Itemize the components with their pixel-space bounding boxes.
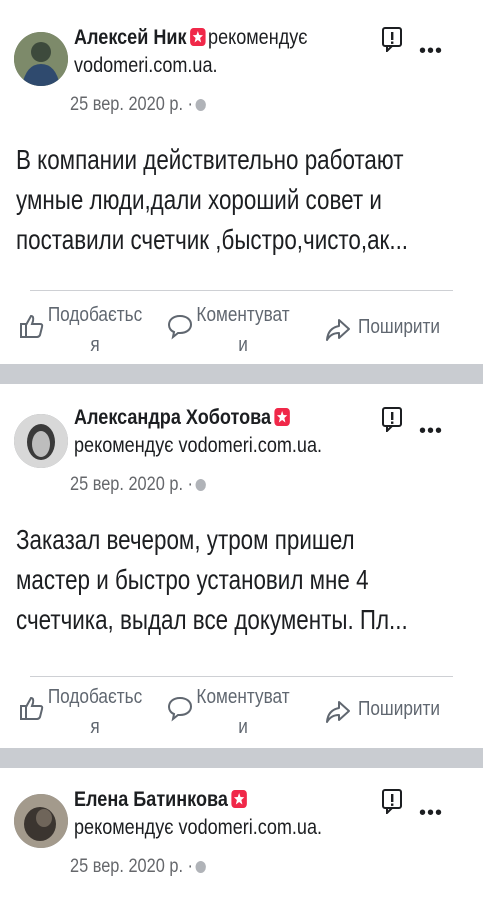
post-meta: 25 вер. 2020 р. · <box>70 474 206 496</box>
post-meta: 25 вер. 2020 р. · <box>70 94 206 116</box>
recommend-icon <box>189 28 206 46</box>
review-text[interactable]: В компании действительно работают умные … <box>16 140 448 260</box>
review-text[interactable]: Заказал вечером, утром пришел мастер и б… <box>16 520 448 640</box>
post-meta: 25 вер. 2020 р. · <box>70 856 206 878</box>
globe-icon <box>195 99 206 111</box>
review-text-line: счетчика, выдал все документы. Пл... <box>16 604 408 635</box>
divider <box>30 676 453 677</box>
report-icon[interactable] <box>381 406 403 432</box>
review-text-line: В компании действительно работают <box>16 144 404 175</box>
avatar[interactable] <box>14 414 68 468</box>
post-date[interactable]: 25 вер. 2020 р. · <box>70 94 193 115</box>
like-label: Подобаєтьс <box>47 686 143 708</box>
review-text-line: мастер и быстро установил мне 4 <box>16 564 369 595</box>
author-name[interactable]: Алексей Ник <box>74 26 187 49</box>
share-label: Поширити <box>358 698 440 720</box>
avatar[interactable] <box>14 32 68 86</box>
more-options-icon[interactable]: ••• <box>419 40 443 63</box>
comment-label: Коментуват <box>196 686 290 708</box>
page-link[interactable]: vodomeri.com.ua. <box>178 816 322 839</box>
author-name[interactable]: Елена Батинкова <box>74 788 228 811</box>
more-options-icon[interactable]: ••• <box>419 802 443 825</box>
review-post-3: Елена Батинкова рекомендує vodomeri.com.… <box>0 768 483 900</box>
like-label-cont: я <box>90 716 100 738</box>
comment-icon <box>167 314 193 340</box>
recommend-icon <box>231 790 247 808</box>
like-label-cont: я <box>90 334 100 356</box>
like-button[interactable]: Подобаєтьс я <box>18 682 160 742</box>
review-post-2: Александра Хоботова рекомендує vodomeri.… <box>0 384 483 748</box>
post-separator <box>0 364 483 384</box>
comment-label-cont: и <box>238 716 248 738</box>
post-date[interactable]: 25 вер. 2020 р. · <box>70 856 193 877</box>
review-post-1: Алексей Ник рекомендує vodomeri.com.ua. 2… <box>0 0 483 364</box>
page-link[interactable]: vodomeri.com.ua. <box>74 54 218 77</box>
page-link[interactable]: vodomeri.com.ua. <box>178 434 322 457</box>
avatar[interactable] <box>14 794 68 848</box>
more-options-icon[interactable]: ••• <box>419 420 443 443</box>
recommends-text: рекомендує <box>74 816 174 839</box>
globe-icon <box>195 479 206 491</box>
share-icon <box>326 319 350 341</box>
thumbs-up-icon <box>20 314 44 338</box>
share-button[interactable]: Поширити <box>324 694 453 726</box>
report-icon[interactable] <box>381 788 403 814</box>
post-separator <box>0 748 483 768</box>
share-label: Поширити <box>358 316 440 338</box>
thumbs-up-icon <box>20 696 44 720</box>
review-text-line: Заказал вечером, утром пришел <box>16 524 355 555</box>
report-icon[interactable] <box>381 26 403 52</box>
share-button[interactable]: Поширити <box>324 312 453 344</box>
globe-icon <box>195 861 206 873</box>
comment-button[interactable]: Коментуват и <box>166 300 308 360</box>
recommend-icon <box>274 408 290 426</box>
review-text-line: умные люди,дали хороший совет и <box>16 184 382 215</box>
comment-button[interactable]: Коментуват и <box>166 682 308 742</box>
review-text-line: поставили счетчик ,быстро,чисто,ак... <box>16 224 409 255</box>
comment-label: Коментуват <box>196 304 290 326</box>
recommends-text: рекомендує <box>74 434 174 457</box>
post-date[interactable]: 25 вер. 2020 р. · <box>70 474 193 495</box>
recommends-text: рекомендує <box>208 26 308 49</box>
like-button[interactable]: Подобаєтьс я <box>18 300 160 360</box>
share-icon <box>326 701 350 723</box>
comment-icon <box>167 696 193 722</box>
author-name[interactable]: Александра Хоботова <box>74 406 271 429</box>
like-label: Подобаєтьс <box>47 304 143 326</box>
comment-label-cont: и <box>238 334 248 356</box>
divider <box>30 290 453 291</box>
